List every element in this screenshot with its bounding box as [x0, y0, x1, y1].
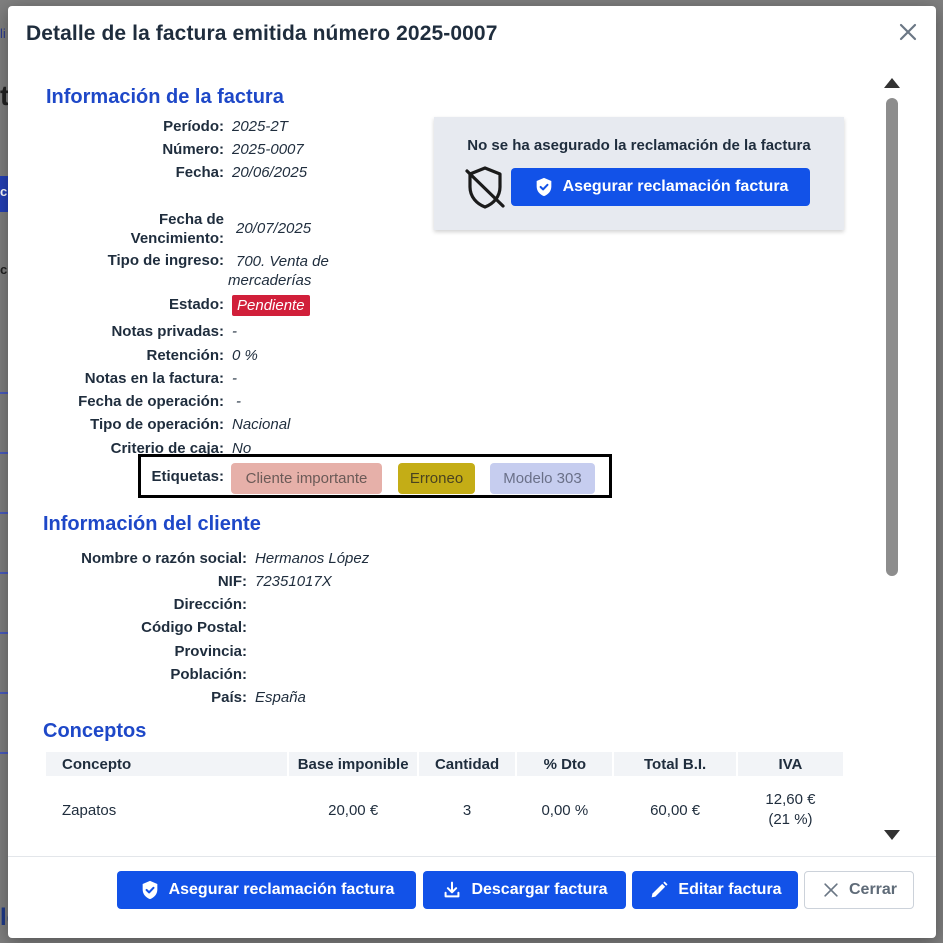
- tipo-operacion-value: Nacional: [232, 416, 291, 433]
- background-column-fragment: c: [0, 262, 8, 277]
- notas-privadas-label: Notas privadas:: [111, 323, 224, 340]
- pais-label: País:: [211, 689, 247, 706]
- tag-cliente-importante[interactable]: Cliente importante: [231, 463, 382, 494]
- modal-content: Información de la factura Período: 2025-…: [8, 66, 888, 856]
- cell-dto: 0,00 %: [541, 801, 589, 819]
- cell-concepto: Zapatos: [62, 801, 117, 819]
- vencimiento-label-line-2: Vencimiento:: [130, 230, 224, 247]
- cell-iva-rate: (21 %): [768, 811, 813, 828]
- tag-erroneo[interactable]: Erroneo: [398, 463, 475, 494]
- cell-iva: 12,60 € (21 %): [738, 776, 843, 844]
- close-button-label: Cerrar: [848, 881, 898, 898]
- pencil-icon: [652, 881, 668, 898]
- cell-cantidad: 3: [462, 801, 472, 819]
- poblacion-label: Población:: [170, 666, 247, 683]
- periodo-value: 2025-2T: [232, 118, 288, 135]
- notas-factura-value: -: [232, 370, 237, 387]
- periodo-label: Período:: [163, 118, 224, 135]
- close-icon: [824, 883, 838, 897]
- edit-invoice-button-label: Editar factura: [678, 881, 782, 898]
- numero-value: 2025-0007: [232, 141, 304, 158]
- close-button[interactable]: Cerrar: [804, 871, 914, 909]
- retencion-label: Retención:: [146, 347, 224, 364]
- numero-label: Número:: [162, 141, 224, 158]
- cell-total-bi: 60,00 €: [650, 801, 701, 819]
- concepts-table: Concepto Base imponible Cantidad % Dto T…: [44, 752, 845, 844]
- column-header-dto: % Dto: [517, 752, 613, 776]
- close-icon[interactable]: [896, 20, 920, 44]
- client-info-title: Información del cliente: [43, 513, 261, 535]
- table-row: Zapatos 20,00 € 3 0,00 % 60,00 € 12,60 €…: [46, 776, 843, 844]
- nif-label: NIF:: [217, 573, 247, 590]
- invoice-info-title: Información de la factura: [46, 86, 284, 108]
- modal-footer: Asegurar reclamación factura Descargar f…: [8, 856, 936, 938]
- codigo-postal-label: Código Postal:: [141, 619, 247, 636]
- vencimiento-label: Fecha de Vencimiento:: [131, 210, 224, 248]
- notas-privadas-value: -: [232, 323, 237, 340]
- nombre-label: Nombre o razón social:: [81, 550, 247, 567]
- direccion-label: Dirección:: [173, 596, 247, 613]
- modal-title: Detalle de la factura emitida número 202…: [26, 22, 498, 45]
- content-scrollbar[interactable]: [882, 72, 902, 848]
- cell-iva-amount: 12,60 €: [765, 791, 816, 808]
- cell-base-imponible: 20,00 €: [328, 801, 379, 819]
- tipo-operacion-label: Tipo de operación:: [90, 416, 224, 433]
- footer-secure-claim-button-label: Asegurar reclamación factura: [168, 881, 395, 898]
- scroll-up-arrow-icon[interactable]: [884, 78, 900, 88]
- fecha-operacion-value: -: [236, 393, 241, 410]
- secure-claim-button[interactable]: Asegurar reclamación factura: [511, 168, 810, 206]
- fecha-label: Fecha:: [175, 164, 224, 181]
- provincia-label: Provincia:: [174, 643, 247, 660]
- secure-claim-button-label: Asegurar reclamación factura: [562, 178, 789, 195]
- tipo-ingreso-value-line-1: 700. Venta de: [236, 253, 329, 270]
- etiquetas-label: Etiquetas:: [151, 468, 224, 485]
- tag-modelo-303[interactable]: Modelo 303: [490, 463, 595, 494]
- secure-claim-panel: No se ha asegurado la reclamación de la …: [434, 117, 844, 230]
- column-header-cantidad: Cantidad: [418, 752, 516, 776]
- download-invoice-button[interactable]: Descargar factura: [423, 871, 626, 909]
- secure-claim-message: No se ha asegurado la reclamación de la …: [467, 137, 811, 154]
- shield-check-icon: [142, 880, 157, 900]
- pais-value: España: [255, 689, 306, 706]
- footer-secure-claim-button[interactable]: Asegurar reclamación factura: [117, 871, 416, 909]
- fecha-value: 20/06/2025: [232, 164, 308, 181]
- column-header-concepto: Concepto: [46, 752, 288, 776]
- estado-badge: Pendiente: [232, 295, 310, 316]
- nombre-value: Hermanos López: [255, 550, 370, 567]
- nif-value: 72351017X: [255, 573, 332, 590]
- vencimiento-label-line-1: Fecha de: [158, 211, 224, 228]
- vencimiento-value: 20/07/2025: [236, 220, 312, 237]
- edit-invoice-button[interactable]: Editar factura: [632, 871, 798, 909]
- shield-check-icon: [536, 177, 551, 197]
- retencion-value: 0 %: [232, 347, 258, 364]
- column-header-base-imponible: Base imponible: [289, 752, 417, 776]
- column-header-iva: IVA: [737, 752, 843, 776]
- download-invoice-button-label: Descargar factura: [471, 881, 608, 898]
- background-breadcrumb-fragment: li: [0, 26, 6, 41]
- fecha-operacion-label: Fecha de operación:: [78, 393, 224, 410]
- tipo-ingreso-value: 700. Venta de mercaderías: [228, 252, 329, 290]
- tipo-ingreso-value-line-2: mercaderías: [228, 272, 312, 289]
- scroll-thumb[interactable]: [886, 98, 898, 576]
- column-header-total-bi: Total B.I.: [614, 752, 736, 776]
- scroll-down-arrow-icon[interactable]: [884, 830, 900, 840]
- concepts-title: Conceptos: [43, 720, 147, 742]
- invoice-detail-modal: Detalle de la factura emitida número 202…: [8, 6, 936, 938]
- estado-label: Estado:: [168, 296, 224, 313]
- shield-off-icon: [462, 163, 508, 211]
- tipo-ingreso-label: Tipo de ingreso:: [107, 252, 224, 269]
- download-icon: [445, 881, 460, 898]
- background-button-text: c: [0, 184, 8, 199]
- notas-factura-label: Notas en la factura:: [84, 370, 224, 387]
